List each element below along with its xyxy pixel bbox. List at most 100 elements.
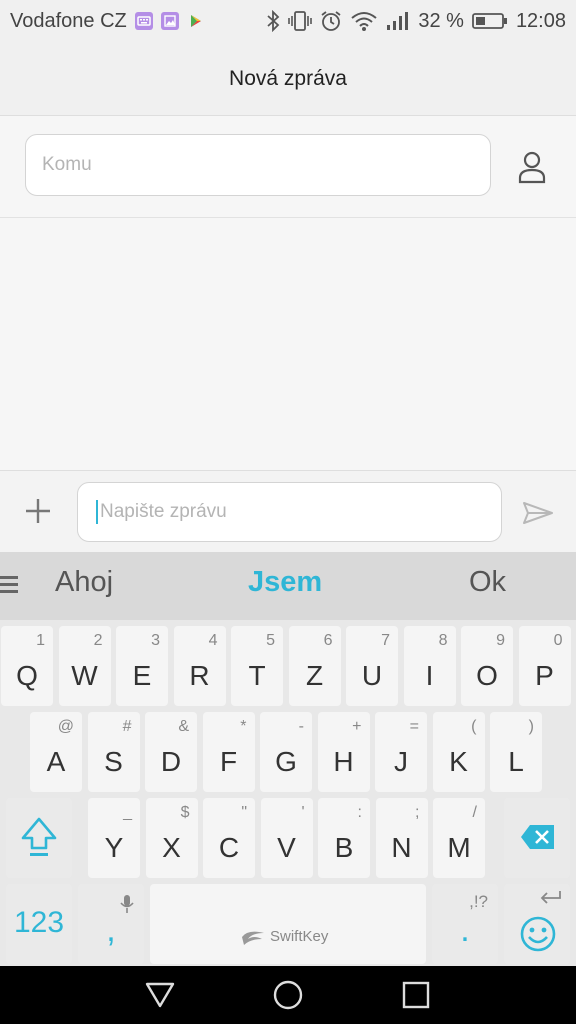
key-d[interactable]: & D xyxy=(145,712,197,792)
backspace-key[interactable] xyxy=(504,798,570,878)
key-j[interactable]: = J xyxy=(375,712,427,792)
bluetooth-icon xyxy=(266,10,280,32)
key-label: T xyxy=(248,660,266,691)
key-p[interactable]: 0P xyxy=(518,626,571,706)
compose-row: Napište zprávu xyxy=(0,470,576,552)
backspace-icon xyxy=(521,825,554,849)
key-secondary-label: " xyxy=(241,804,247,821)
key-label: Y xyxy=(104,832,124,863)
key-k[interactable]: (K xyxy=(432,712,485,792)
key-o[interactable]: 9O xyxy=(461,626,513,706)
recents-button[interactable] xyxy=(396,978,436,1012)
page-title: Nová zpráva xyxy=(229,66,347,90)
key-secondary-label: ' xyxy=(301,804,305,821)
key-secondary-label: : xyxy=(357,804,362,821)
recents-square-icon xyxy=(402,981,430,1009)
key-secondary-label: * xyxy=(240,718,247,735)
key-g[interactable]: -G xyxy=(260,712,312,792)
key-secondary-label: = xyxy=(409,718,419,735)
play-store-icon xyxy=(187,12,205,30)
key-h[interactable]: + H xyxy=(317,712,370,792)
prediction-left[interactable]: Ahoj xyxy=(55,566,113,599)
clock: 12:08 xyxy=(515,9,566,32)
key-label: W xyxy=(71,660,98,691)
wifi-icon xyxy=(350,10,378,32)
swiftkey-logo-icon xyxy=(242,931,264,945)
keyboard: Ahoj Jsem Ok 1 Q 2 W 3 E 4 R 5 T 6 Z 7 U 8 I 9 O 0 P @ A # S & D *… xyxy=(0,552,576,966)
key-z[interactable]: 6Z xyxy=(288,626,341,706)
carrier-name: Vodafone CZ xyxy=(10,9,127,32)
message-input[interactable]: Napište zprávu xyxy=(77,482,502,542)
key-secondary-label: @ xyxy=(57,718,74,735)
shift-key[interactable] xyxy=(6,798,72,878)
plus-icon xyxy=(26,499,50,523)
key-l[interactable]: ) L xyxy=(490,712,542,792)
key-secondary-label: 0 xyxy=(553,632,563,649)
numbers-key[interactable]: 123 xyxy=(6,884,72,964)
back-button[interactable] xyxy=(140,978,180,1012)
battery-icon xyxy=(472,12,508,30)
recipient-row: Komu xyxy=(0,117,576,218)
key-b[interactable]: :B xyxy=(318,798,370,878)
recipient-input[interactable]: Komu xyxy=(25,134,491,196)
alarm-icon xyxy=(320,10,342,32)
send-icon xyxy=(523,502,553,524)
key-q[interactable]: 1Q xyxy=(1,626,53,706)
home-circle-icon xyxy=(273,980,303,1010)
home-button[interactable] xyxy=(268,978,308,1012)
key-label: O xyxy=(476,660,498,691)
key-w[interactable]: 2W xyxy=(58,626,111,706)
key-label: X xyxy=(162,832,181,863)
back-triangle-icon xyxy=(145,982,175,1008)
key-v[interactable]: ' V xyxy=(260,798,313,878)
key-e[interactable]: 3E xyxy=(116,626,168,706)
key-n[interactable]: ; N xyxy=(375,798,428,878)
key-label: Z xyxy=(305,660,324,691)
prediction-right[interactable]: Ok xyxy=(469,566,506,599)
image-notification-icon xyxy=(160,12,179,30)
key-u[interactable]: 7U xyxy=(346,626,398,706)
conversation-area xyxy=(0,218,576,470)
swiftkey-brand: SwiftKey xyxy=(270,928,329,945)
key-a[interactable]: @ A xyxy=(30,712,82,792)
key-x[interactable]: $ X xyxy=(145,798,198,878)
key-secondary-label: 7 xyxy=(381,632,390,649)
shift-icon xyxy=(21,817,57,856)
return-icon xyxy=(540,891,561,904)
key-m[interactable]: / M xyxy=(433,798,485,878)
send-button[interactable] xyxy=(518,497,558,529)
key-label: P xyxy=(535,660,554,691)
key-label: B xyxy=(334,832,354,863)
key-label: F xyxy=(219,746,238,777)
key-secondary-label: ; xyxy=(415,804,420,821)
key-secondary-label: / xyxy=(472,804,477,821)
key-label: M xyxy=(447,832,471,863)
key-secondary-label: 8 xyxy=(438,632,448,649)
contact-picker-button[interactable] xyxy=(510,147,554,187)
key-secondary-label: # xyxy=(122,718,132,735)
key-label: Q xyxy=(16,660,38,691)
comma-key[interactable]: , xyxy=(78,884,144,964)
key-secondary-label: ( xyxy=(471,718,477,735)
key-label: N xyxy=(391,832,412,863)
key-secondary-label: 9 xyxy=(496,632,505,649)
menu-icon[interactable] xyxy=(0,574,20,598)
key-y[interactable]: _ Y xyxy=(88,798,140,878)
key-secondary-label: 2 xyxy=(93,632,103,649)
add-attachment-button[interactable] xyxy=(20,493,56,529)
key-label: S xyxy=(104,746,123,777)
key-t[interactable]: 5T xyxy=(231,626,283,706)
recipient-placeholder: Komu xyxy=(42,154,92,175)
key-label: A xyxy=(46,746,66,777)
prediction-center[interactable]: Jsem xyxy=(248,566,322,599)
key-i[interactable]: 8I xyxy=(403,626,456,706)
key-label: C xyxy=(218,832,240,863)
key-c[interactable]: " C xyxy=(203,798,255,878)
emoji-key[interactable] xyxy=(504,884,570,964)
space-key[interactable]: SwiftKey xyxy=(150,884,426,964)
key-secondary-label: 3 xyxy=(151,632,160,649)
period-key[interactable]: ,!? . xyxy=(432,884,498,964)
key-r[interactable]: 4R xyxy=(173,626,226,706)
key-s[interactable]: # S xyxy=(87,712,140,792)
key-f[interactable]: * F xyxy=(202,712,255,792)
